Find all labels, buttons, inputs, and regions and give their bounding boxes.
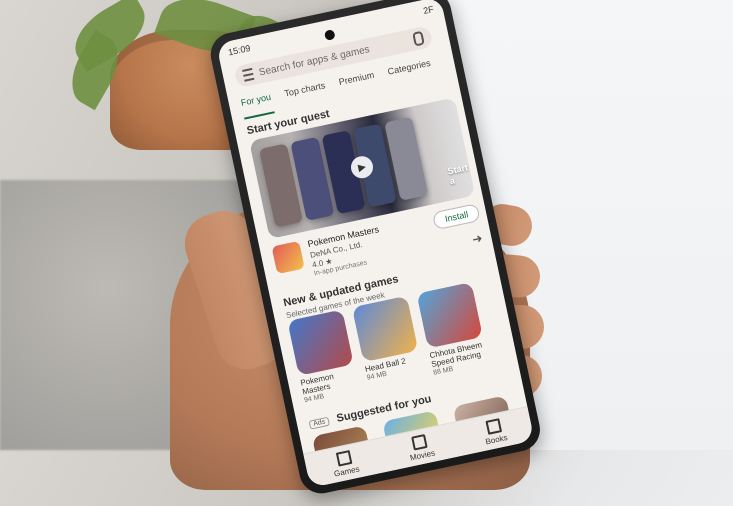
game-icon <box>351 295 419 363</box>
game-icon <box>287 309 354 376</box>
status-icons: 2F <box>422 4 435 20</box>
game-item[interactable]: Head Ball 2 94 MB <box>351 295 423 386</box>
game-icon <box>416 282 483 349</box>
quest-right-label: Start a <box>446 162 469 187</box>
nav-label-books: Books <box>484 432 509 446</box>
pokemon-masters-icon <box>271 240 305 275</box>
grid-icon <box>335 449 353 467</box>
arrow-right-icon[interactable]: ➜ <box>471 231 484 247</box>
install-button[interactable]: Install <box>432 203 481 231</box>
status-time: 15:09 <box>227 42 252 58</box>
nav-books[interactable]: Books <box>481 417 508 446</box>
movie-icon <box>411 433 428 451</box>
nav-movies[interactable]: Movies <box>406 432 436 462</box>
game-item[interactable]: Chhota Bheem Speed Racing 88 MB <box>416 282 487 376</box>
tab-for-you[interactable]: For you <box>239 91 275 120</box>
tab-premium[interactable]: Premium <box>338 70 378 99</box>
tab-top-charts[interactable]: Top charts <box>283 80 328 110</box>
ads-label: Ads <box>308 416 331 430</box>
nav-games[interactable]: Games <box>330 448 360 478</box>
nav-label-movies: Movies <box>409 447 436 462</box>
nav-label-games: Games <box>333 463 361 479</box>
game-item[interactable]: Pokemon Masters 94 MB <box>287 309 358 404</box>
menu-icon[interactable] <box>242 67 255 82</box>
tab-categories[interactable]: Categories <box>387 58 434 89</box>
book-icon <box>485 417 502 435</box>
status-indicators: 2F <box>422 3 435 16</box>
mic-icon[interactable] <box>412 30 425 47</box>
